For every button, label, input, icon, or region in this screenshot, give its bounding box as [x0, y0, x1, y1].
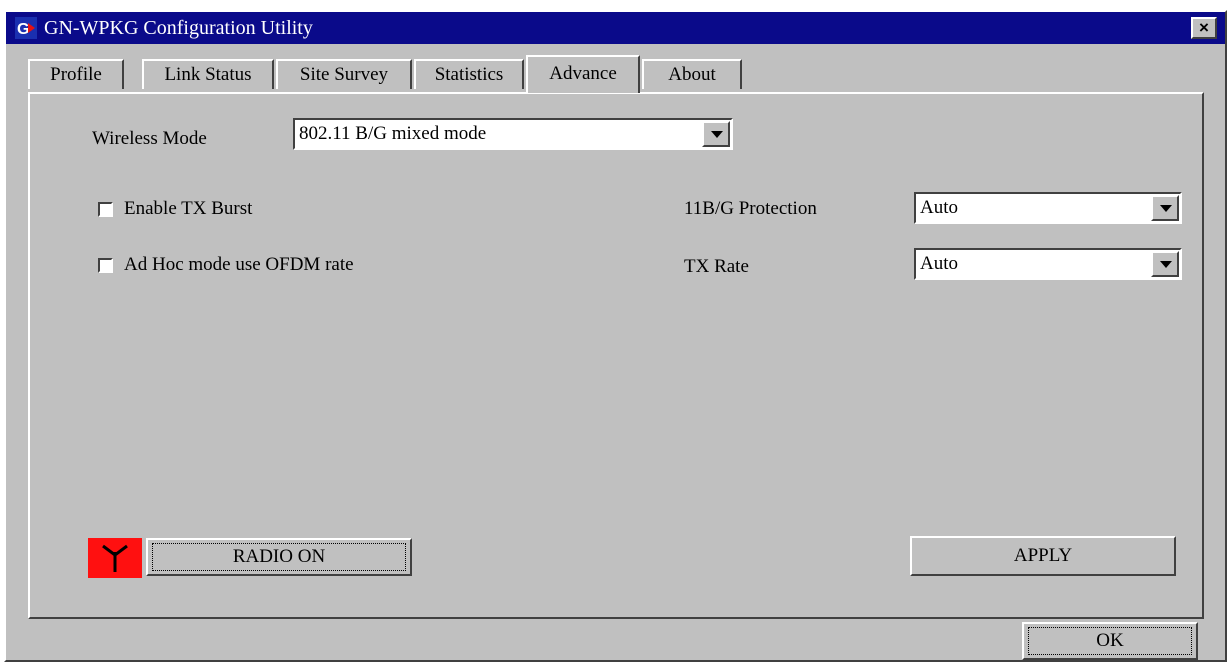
- tab-link-status[interactable]: Link Status: [142, 59, 274, 89]
- tab-label: About: [668, 64, 716, 85]
- antenna-icon: [88, 538, 142, 578]
- enable-tx-burst-label: Enable TX Burst: [124, 198, 253, 219]
- radio-on-button[interactable]: RADIO ON: [146, 538, 412, 576]
- protection-label: 11B/G Protection: [684, 198, 817, 219]
- tab-advance[interactable]: Advance: [526, 55, 640, 93]
- close-button[interactable]: ×: [1191, 17, 1217, 39]
- app-logo-icon: G: [14, 16, 38, 40]
- tab-profile[interactable]: Profile: [28, 59, 124, 89]
- tab-label: Statistics: [434, 64, 504, 85]
- tab-label: Profile: [50, 64, 102, 85]
- app-window: G GN-WPKG Configuration Utility × Profil…: [4, 10, 1227, 662]
- dropdown-arrow-icon[interactable]: [1151, 251, 1179, 277]
- enable-tx-burst-checkbox[interactable]: [98, 202, 113, 217]
- adhoc-ofdm-label: Ad Hoc mode use OFDM rate: [124, 254, 354, 275]
- apply-button[interactable]: APPLY: [910, 536, 1176, 576]
- wireless-mode-select[interactable]: 802.11 B/G mixed mode: [293, 118, 733, 150]
- window-title: GN-WPKG Configuration Utility: [44, 17, 313, 39]
- wireless-mode-label: Wireless Mode: [92, 128, 207, 149]
- advance-panel: Wireless Mode 802.11 B/G mixed mode Enab…: [28, 92, 1204, 619]
- tab-strip: Profile Link Status Site Survey Statisti…: [28, 55, 748, 93]
- protection-select[interactable]: Auto: [914, 192, 1182, 224]
- adhoc-ofdm-checkbox[interactable]: [98, 258, 113, 273]
- tab-statistics[interactable]: Statistics: [414, 59, 524, 89]
- close-icon: ×: [1199, 18, 1209, 37]
- tx-rate-label: TX Rate: [684, 256, 749, 277]
- tab-label: Site Survey: [299, 64, 389, 85]
- tab-label: Advance: [549, 63, 617, 84]
- tab-label: Link Status: [164, 64, 252, 85]
- tx-rate-value: Auto: [920, 253, 958, 274]
- radio-on-label: RADIO ON: [232, 546, 326, 567]
- tx-rate-select[interactable]: Auto: [914, 248, 1182, 280]
- protection-value: Auto: [920, 197, 958, 218]
- title-bar[interactable]: G GN-WPKG Configuration Utility ×: [6, 12, 1225, 44]
- apply-label: APPLY: [1013, 545, 1073, 566]
- wireless-mode-value: 802.11 B/G mixed mode: [299, 123, 487, 144]
- ok-button[interactable]: OK: [1022, 622, 1198, 660]
- dropdown-arrow-icon[interactable]: [1151, 195, 1179, 221]
- tab-about[interactable]: About: [642, 59, 742, 89]
- svg-text:G: G: [17, 21, 29, 38]
- ok-label: OK: [1096, 630, 1124, 651]
- dropdown-arrow-icon[interactable]: [702, 121, 730, 147]
- tab-site-survey[interactable]: Site Survey: [276, 59, 412, 89]
